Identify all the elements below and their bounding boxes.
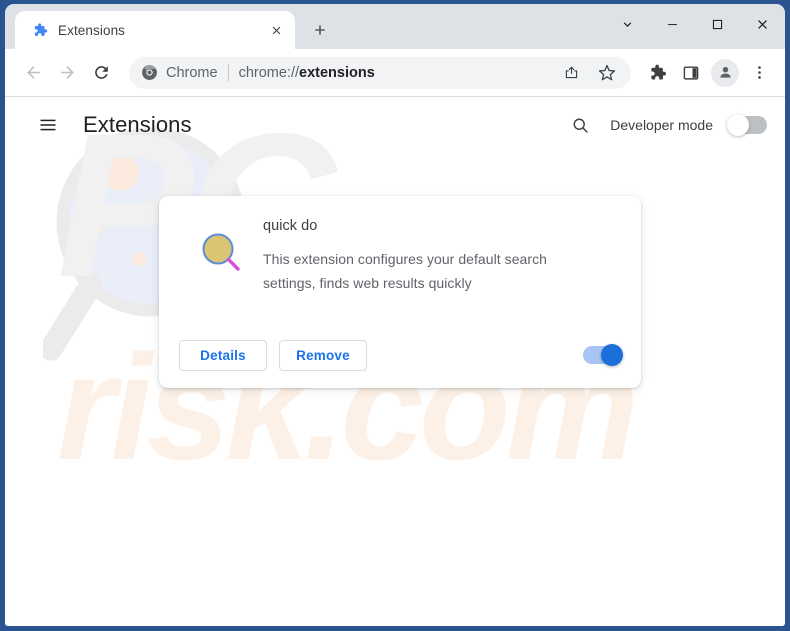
- extension-icon-wrapper: [179, 215, 263, 276]
- page-title: Extensions: [83, 112, 192, 137]
- toggle-knob: [727, 114, 749, 136]
- extensions-page: PC risk.com Extensions: [5, 97, 785, 626]
- minimize-icon[interactable]: [650, 4, 695, 44]
- omnibox-url-scheme: chrome://: [238, 64, 300, 81]
- tab-title: Extensions: [58, 22, 126, 38]
- details-button[interactable]: Details: [179, 339, 267, 371]
- card-footer: Details Remove: [179, 326, 623, 388]
- omnibox-chip-label: Chrome: [166, 64, 218, 81]
- address-bar[interactable]: Chrome chrome://extensions: [129, 56, 631, 89]
- new-tab-button[interactable]: [305, 15, 335, 45]
- chrome-logo-icon: [141, 64, 158, 81]
- developer-mode-toggle[interactable]: [727, 114, 767, 136]
- maximize-icon[interactable]: [695, 4, 740, 44]
- browser-toolbar: Chrome chrome://extensions: [5, 49, 785, 97]
- remove-button[interactable]: Remove: [279, 339, 367, 371]
- more-options-icon[interactable]: [743, 57, 775, 89]
- side-panel-icon[interactable]: [675, 57, 707, 89]
- chevron-down-icon[interactable]: [605, 4, 650, 44]
- close-icon[interactable]: [265, 19, 287, 41]
- omnibox-url: chrome://extensions: [239, 65, 549, 81]
- card-top-section: quick do This extension configures your …: [179, 215, 621, 326]
- puzzle-piece-icon: [31, 22, 48, 39]
- extensions-header: Extensions Developer mode: [5, 97, 785, 153]
- close-icon[interactable]: [740, 4, 785, 44]
- omnibox-url-path: extensions: [299, 64, 375, 81]
- tab-strip: Extensions: [5, 4, 785, 49]
- extension-name: quick do: [263, 218, 318, 234]
- bookmark-star-icon[interactable]: [593, 59, 621, 87]
- extension-enable-toggle[interactable]: [583, 344, 623, 366]
- browser-window-frame: Extensions Chrome chrome://extensions ri…: [0, 0, 790, 631]
- omnibox-divider: [227, 64, 229, 81]
- extensions-card-area: quick do This extension configures your …: [5, 153, 785, 388]
- extension-text-block: quick do This extension configures your …: [263, 215, 621, 295]
- extension-card-quick-do: quick do This extension configures your …: [159, 196, 641, 388]
- magnifying-glass-icon: [202, 233, 240, 271]
- toggle-knob: [601, 344, 623, 366]
- developer-mode-label: Developer mode: [610, 117, 713, 133]
- avatar[interactable]: [711, 58, 739, 87]
- reload-icon[interactable]: [85, 57, 117, 89]
- window-controls: [605, 4, 785, 44]
- search-icon[interactable]: [564, 109, 596, 141]
- hamburger-menu-icon[interactable]: [31, 108, 65, 142]
- forward-arrow-icon[interactable]: [51, 57, 83, 89]
- share-icon[interactable]: [557, 59, 585, 87]
- browser-window: Extensions Chrome chrome://extensions ri…: [5, 4, 785, 626]
- extension-description: This extension configures your default s…: [263, 250, 547, 291]
- extensions-puzzle-icon[interactable]: [641, 57, 673, 89]
- browser-tab-extensions[interactable]: Extensions: [15, 11, 295, 49]
- back-arrow-icon[interactable]: [17, 57, 49, 89]
